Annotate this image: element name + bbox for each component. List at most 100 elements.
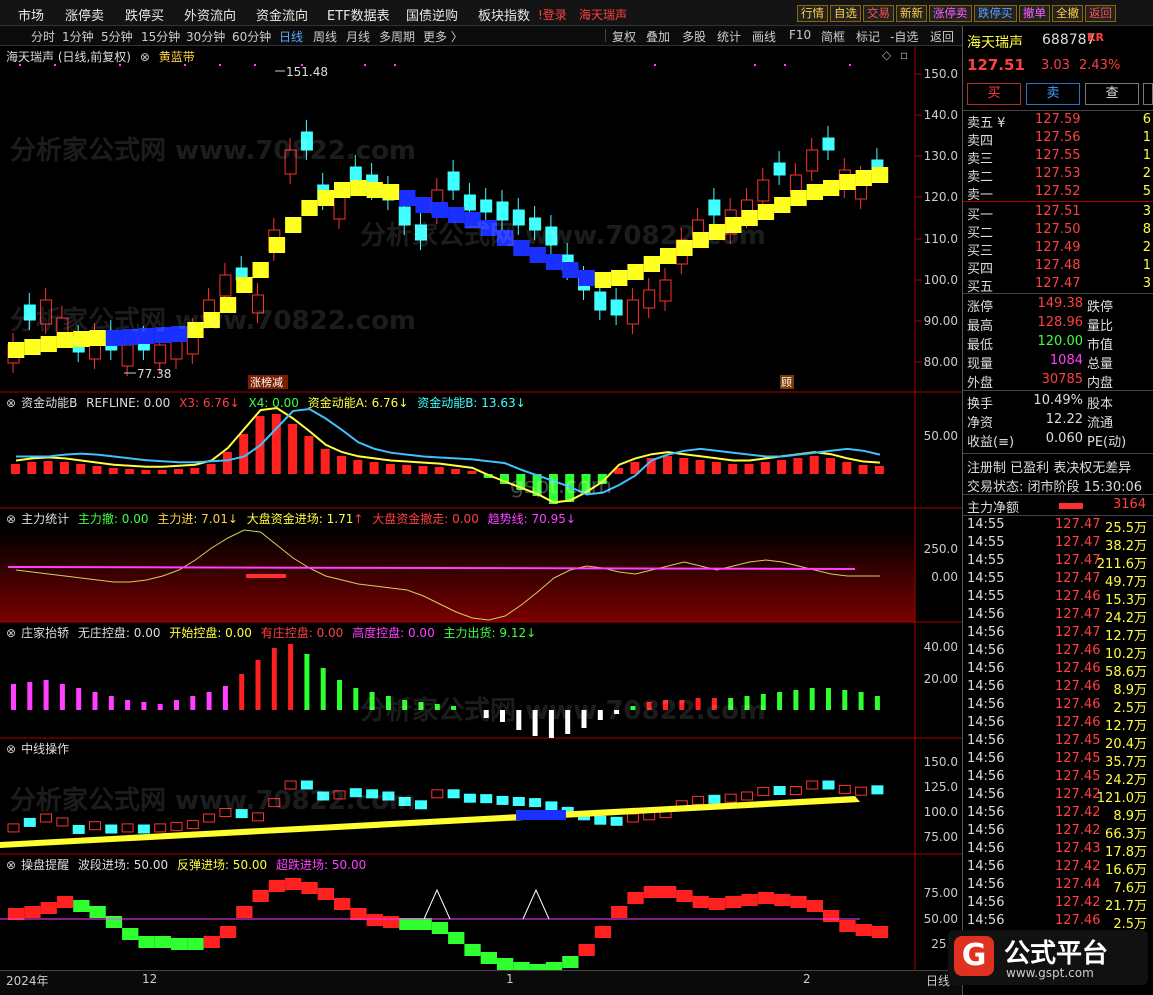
tb-multi-stock[interactable]: 多股 [682, 28, 706, 45]
stat-label-right: 市值 [1087, 338, 1114, 353]
tf-15min[interactable]: 15分钟 [141, 28, 180, 45]
tick-price: 127.47 [1055, 517, 1101, 532]
new-ipo-button[interactable]: 新新 [896, 5, 927, 22]
stat-value: 10.49% [1033, 393, 1083, 408]
band-segment [725, 217, 742, 233]
menu-repo[interactable]: 国债逆购 [406, 5, 458, 24]
candle [512, 209, 525, 226]
axis-label: 125.0 [923, 780, 958, 794]
pane-close-icon[interactable]: ⊗ [6, 858, 16, 872]
pane4-candle [333, 790, 346, 800]
menu-etf[interactable]: ETF数据表 [327, 5, 390, 24]
back-button[interactable]: 返回 [1085, 5, 1116, 22]
indicator-icon[interactable]: ⊗ [140, 50, 150, 64]
tick-price: 127.42 [1055, 805, 1101, 820]
pane1-bar [125, 469, 135, 474]
pane5-step [138, 936, 155, 948]
tb-mark[interactable]: 标记 [856, 28, 880, 45]
tf-multi[interactable]: 多周期 [379, 28, 415, 45]
pane-close-icon[interactable]: ⊗ [6, 626, 16, 640]
indicator-name[interactable]: 黄蓝带 [159, 50, 195, 64]
query-button[interactable]: 查 [1085, 83, 1139, 105]
pane3-b: 开始控盘: 0.00 [169, 626, 252, 640]
limit-down-buy-button[interactable]: 跌停买 [974, 5, 1017, 22]
pane2-big-out: 大盘资金撤走: 0.00 [372, 512, 479, 526]
tick-price: 127.46 [1055, 661, 1101, 676]
menu-sector-index[interactable]: 板块指数 [478, 5, 530, 24]
tb-overlay[interactable]: 叠加 [646, 28, 670, 45]
pane1-bar [434, 467, 444, 474]
pane-close-icon[interactable]: ⊗ [6, 512, 16, 526]
sell-button[interactable]: 卖 [1026, 83, 1080, 105]
tf-1min[interactable]: 1分钟 [62, 28, 94, 45]
tb-stats[interactable]: 统计 [717, 28, 741, 45]
stat-label: 涨停 [967, 300, 994, 315]
watchlist-button[interactable]: 自选 [830, 5, 861, 22]
pane3-bar [858, 692, 864, 710]
pane-close-icon[interactable]: ⊗ [6, 742, 16, 756]
tf-weekly[interactable]: 周线 [313, 28, 337, 45]
candle [415, 224, 427, 241]
buy-button[interactable]: 买 [967, 83, 1021, 105]
pane4-candle [610, 816, 623, 826]
tb-draw[interactable]: 画线 [752, 28, 776, 45]
menu-market[interactable]: 市场 [18, 5, 44, 24]
pane5-step [399, 918, 416, 930]
band-segment [529, 247, 546, 263]
menu-limit-down-buy[interactable]: 跌停买 [125, 5, 164, 24]
axis-label: 50.00 [923, 912, 958, 926]
login-link[interactable]: !登录 [538, 6, 567, 23]
tick-price: 127.46 [1055, 679, 1101, 694]
tick-price: 127.45 [1055, 751, 1101, 766]
limit-up-sell-button[interactable]: 涨停卖 [929, 5, 972, 22]
band-segment [627, 264, 644, 280]
trade-button[interactable]: 交易 [863, 5, 894, 22]
band-segment [187, 322, 204, 338]
row-price: 127.51 [1035, 204, 1081, 219]
row-price: 127.47 [1035, 276, 1081, 291]
quote-button[interactable]: 行情 [797, 5, 828, 22]
expand-icon[interactable]: ▫ [900, 48, 908, 62]
tick-row: 14:56 127.45 20.4万 [967, 733, 1147, 752]
tb-watchlist[interactable]: -自选 [890, 28, 918, 45]
menu-foreign-flow[interactable]: 外资流向 [184, 5, 236, 24]
pane1-bar [874, 466, 884, 474]
pane5-step [790, 896, 807, 908]
cancel-all-button[interactable]: 全撤 [1052, 5, 1083, 22]
tf-daily[interactable]: 日线 [279, 28, 303, 45]
tf-monthly[interactable]: 月线 [346, 28, 370, 45]
pane3-bar [809, 688, 815, 710]
tb-simple-frame[interactable]: 简框 [821, 28, 845, 45]
pane4-candle [105, 824, 118, 834]
tb-f10[interactable]: F10 [789, 28, 811, 42]
stat-value: 1084 [1049, 353, 1083, 368]
pane-close-icon[interactable]: ⊗ [6, 396, 16, 410]
axis-label: 250.0 [923, 542, 958, 556]
side-change: 3.03 [1041, 58, 1070, 73]
period-label[interactable]: 日线 [926, 972, 950, 989]
pane5-a: 波段进场: 50.00 [77, 858, 169, 872]
pane5-step [268, 880, 286, 892]
diamond-icon[interactable]: ◇ [882, 48, 891, 62]
tb-back[interactable]: 返回 [930, 28, 954, 45]
tb-adjust[interactable]: 复权 [612, 28, 636, 45]
tf-60min[interactable]: 60分钟 [232, 28, 271, 45]
tf-intraday[interactable]: 分时 [31, 28, 55, 45]
row-label: 卖五 ¥ [967, 116, 1006, 131]
axis-label: 110.0 [923, 232, 958, 246]
pane3-a: 无庄控盘: 0.00 [77, 626, 161, 640]
tf-30min[interactable]: 30分钟 [186, 28, 225, 45]
menu-limit-up-sell[interactable]: 涨停卖 [65, 5, 104, 24]
pane5-step [855, 924, 872, 936]
cancel-order-button[interactable]: 撤单 [1019, 5, 1050, 22]
menu-capital-flow[interactable]: 资金流向 [256, 5, 308, 24]
tf-5min[interactable]: 5分钟 [101, 28, 133, 45]
chart-area[interactable]: 151.48 77.38 涨榜减 顾 [0, 46, 962, 970]
stat-label: 收益(≡) [967, 435, 1015, 450]
pane1-refline: REFLINE: 0.00 [86, 396, 171, 410]
main-chart-title: 海天瑞声 (日线,前复权) ⊗ 黄蓝带 [6, 48, 200, 65]
more-button[interactable] [1143, 83, 1153, 105]
pane1-bar [59, 462, 69, 474]
tick-price: 127.42 [1055, 895, 1101, 910]
tf-more[interactable]: 更多 〉 [423, 28, 463, 45]
